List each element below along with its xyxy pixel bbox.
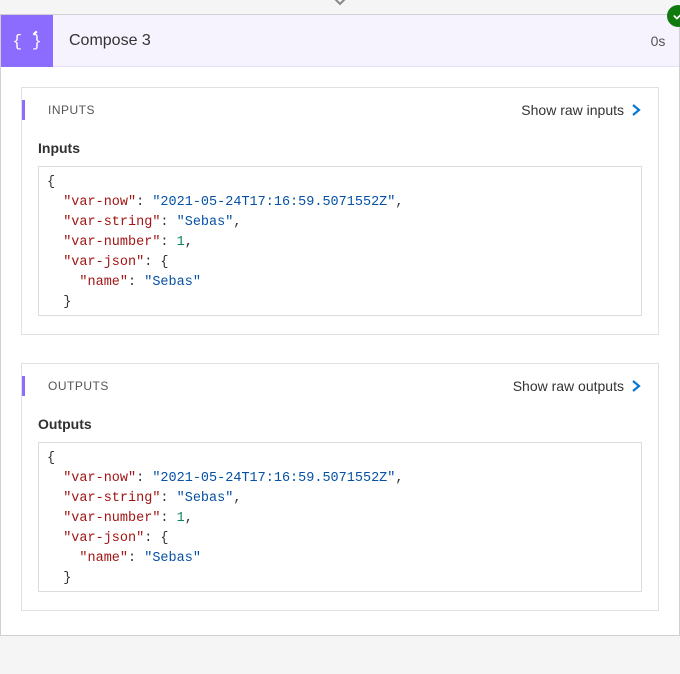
- action-header[interactable]: { } Compose 3 0s: [1, 15, 679, 67]
- chevron-right-icon: [630, 104, 642, 116]
- action-title: Compose 3: [53, 15, 637, 67]
- outputs-label: OUTPUTS: [48, 379, 109, 393]
- check-icon: [672, 10, 680, 22]
- show-raw-outputs-text: Show raw outputs: [513, 378, 624, 394]
- show-raw-outputs-button[interactable]: Show raw outputs: [513, 378, 642, 394]
- section-accent: [22, 376, 25, 396]
- show-raw-inputs-text: Show raw inputs: [521, 102, 624, 118]
- inputs-sub-label: Inputs: [38, 140, 642, 156]
- outputs-section: OUTPUTS Show raw outputs Outputs { "var-…: [21, 363, 659, 611]
- chevron-right-icon: [630, 380, 642, 392]
- inputs-section: INPUTS Show raw inputs Inputs { "var-now…: [21, 87, 659, 335]
- section-accent: [22, 100, 25, 120]
- show-raw-inputs-button[interactable]: Show raw inputs: [521, 102, 642, 118]
- inputs-code[interactable]: { "var-now": "2021-05-24T17:16:59.507155…: [38, 166, 642, 316]
- compose-icon: { }: [1, 15, 53, 67]
- outputs-code[interactable]: { "var-now": "2021-05-24T17:16:59.507155…: [38, 442, 642, 592]
- action-body: INPUTS Show raw inputs Inputs { "var-now…: [1, 67, 679, 635]
- outputs-sub-label: Outputs: [38, 416, 642, 432]
- inputs-label: INPUTS: [48, 103, 95, 117]
- svg-text:{ }: { }: [14, 32, 40, 51]
- action-card: { } Compose 3 0s INPUTS Show raw inputs …: [0, 14, 680, 636]
